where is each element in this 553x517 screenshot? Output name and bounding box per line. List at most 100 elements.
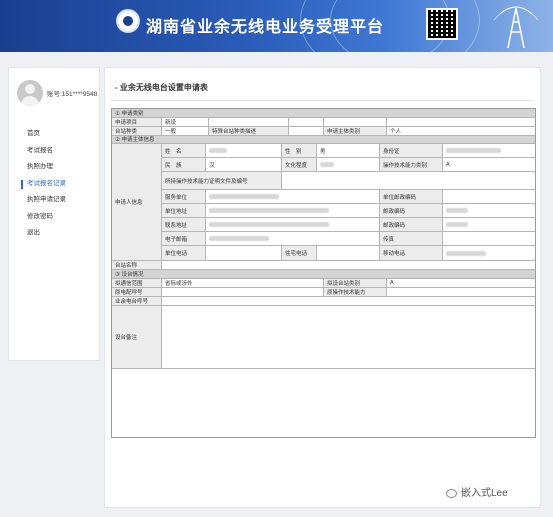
ethnicity-value: 汉 [206,158,282,171]
proposed-class-label: 拟设台站类别 [324,278,387,287]
range-value: 省际或涉外 [162,278,324,287]
sidebar: 账号:151****9548 首页 考试报名 执照办理 考试报名记录 执照申请记… [8,67,100,361]
form-row: 设台备注 [112,305,535,369]
project-value: 新设 [162,117,209,126]
remarks-value [162,305,535,368]
applicant-group-label: 申请人信息 [112,144,162,260]
unit-phone-label: 单位电话 [162,246,206,260]
header-banner: 湖南省业余无线电业务受理平台 [0,0,553,52]
orig-op-value [387,287,535,296]
station-name-label: 台站名称 [112,261,162,269]
sidebar-item-exam-register[interactable]: 考试报名 [9,143,99,160]
form-row: 业余电台呼号 [112,296,535,306]
name-label: 姓 名 [162,144,206,157]
applicant-grid: 姓 名 性 别 男 身份证 民 族 汉 文化程度 操作技术能力类别 A 所持操作… [162,144,535,260]
home-phone-label: 住宅电话 [282,246,317,260]
avatar-icon [17,80,43,106]
empty-cell [289,117,324,126]
form-row: 电子邮箱 传真 [162,232,535,246]
name-value [206,144,282,157]
education-value [317,158,380,171]
cert-value [282,172,535,189]
section-3-header: ③ 设台情况 [112,270,535,278]
watermark-text: 嵌入式Lee [461,488,508,499]
sidebar-menu: 首页 考试报名 执照办理 考试报名记录 执照申请记录 修改密码 退出 [9,126,99,242]
callsign-value [162,296,535,305]
form-row: 单位电话 住宅电话 移动电话 [162,246,535,260]
form-row: 台站种类 一般 特殊台站种类描述 申请主体类别 个人 [112,126,535,136]
form-row: 原电配呼号 原操作技术能力 [112,287,535,297]
wechat-icon [446,488,457,498]
fax-label: 传真 [380,232,443,245]
sidebar-item-logout[interactable]: 退出 [9,225,99,242]
section-header: ② 申请主体信息 [112,135,535,144]
education-label: 文化程度 [282,158,317,171]
section-header: ③ 设台情况 [112,270,535,279]
unit-postcode-value [443,190,535,203]
project-label: 申请项目 [112,117,162,126]
form-row: 单位地址 邮政编码 [162,204,535,218]
id-value [443,144,535,157]
section-2-header: ② 申请主体信息 [112,135,535,143]
section-1-header: ① 申请类别 [112,109,535,117]
form-row: 服务单位 单位邮政编码 [162,190,535,204]
special-desc-value [289,126,324,135]
sidebar-item-exam-records[interactable]: 考试报名记录 [9,176,99,193]
form-row: 拟通信范围 省际或涉外 拟设台站类别 A [112,278,535,288]
user-account-label: 账号:151****9548 [47,91,98,98]
sidebar-item-license[interactable]: 执照办理 [9,159,99,176]
watermark: 嵌入式Lee [446,484,508,499]
sidebar-item-home[interactable]: 首页 [9,126,99,143]
applicant-block: 申请人信息 姓 名 性 别 男 身份证 民 族 汉 文化程度 操作技术能力类别 … [112,144,535,261]
ethnicity-label: 民 族 [162,158,206,171]
form-row: 台站名称 [112,261,535,270]
subject-type-value: 个人 [387,126,535,135]
unit-address-label: 单位地址 [162,204,206,217]
unit-address-value [206,204,380,217]
form-row: 民 族 汉 文化程度 操作技术能力类别 A [162,158,535,172]
station-type-value: 一般 [162,126,209,135]
mobile-label: 移动电话 [380,246,443,260]
orig-op-label: 原操作技术能力 [324,287,387,296]
postcode2-label: 邮政编码 [380,218,443,231]
orig-callsign-label: 原电配呼号 [112,287,162,296]
email-label: 电子邮箱 [162,232,206,245]
work-unit-label: 服务单位 [162,190,206,203]
section-header: ① 申请类别 [112,109,535,118]
postcode-label: 邮政编码 [380,204,443,217]
id-label: 身份证 [380,144,443,157]
sidebar-item-license-records[interactable]: 执照申请记录 [9,192,99,209]
sidebar-item-change-password[interactable]: 修改密码 [9,209,99,226]
gender-label: 性 别 [282,144,317,157]
form-row: 姓 名 性 别 男 身份证 [162,144,535,158]
empty-cell [387,117,535,126]
contact-address-label: 联系地址 [162,218,206,231]
unit-phone-value [206,246,282,260]
gender-value: 男 [317,144,380,157]
qr-code-icon [426,8,458,40]
station-name-value [162,261,535,269]
mobile-value [443,246,535,260]
emblem-icon [116,9,140,33]
empty-cell [209,117,289,126]
site-title: 湖南省业余无线电业务受理平台 [146,19,385,36]
fax-value [443,232,535,245]
subject-type-label: 申请主体类别 [324,126,387,135]
special-desc-label: 特殊台站种类描述 [209,126,289,135]
form-title: - 业余无线电台设置申请表 [115,83,208,92]
cert-label: 所持操作技术能力证明文件及编号 [162,172,282,189]
form-row: 联系地址 邮政编码 [162,218,535,232]
postcode-value [443,204,535,217]
main-panel: - 业余无线电台设置申请表 ① 申请类别 申请项目 新设 台站种类 一般 特殊台… [104,67,541,508]
remarks-label: 设台备注 [112,305,162,368]
op-class-label: 操作技术能力类别 [380,158,443,171]
orig-callsign-value [162,287,324,296]
form-row: 申请项目 新设 [112,117,535,127]
op-class-value: A [443,158,535,171]
antenna-tower-icon [493,6,539,48]
station-type-label: 台站种类 [112,126,162,135]
divider [111,100,534,101]
unit-postcode-label: 单位邮政编码 [380,190,443,203]
callsign-label: 业余电台呼号 [112,296,162,305]
empty-cell [324,117,387,126]
